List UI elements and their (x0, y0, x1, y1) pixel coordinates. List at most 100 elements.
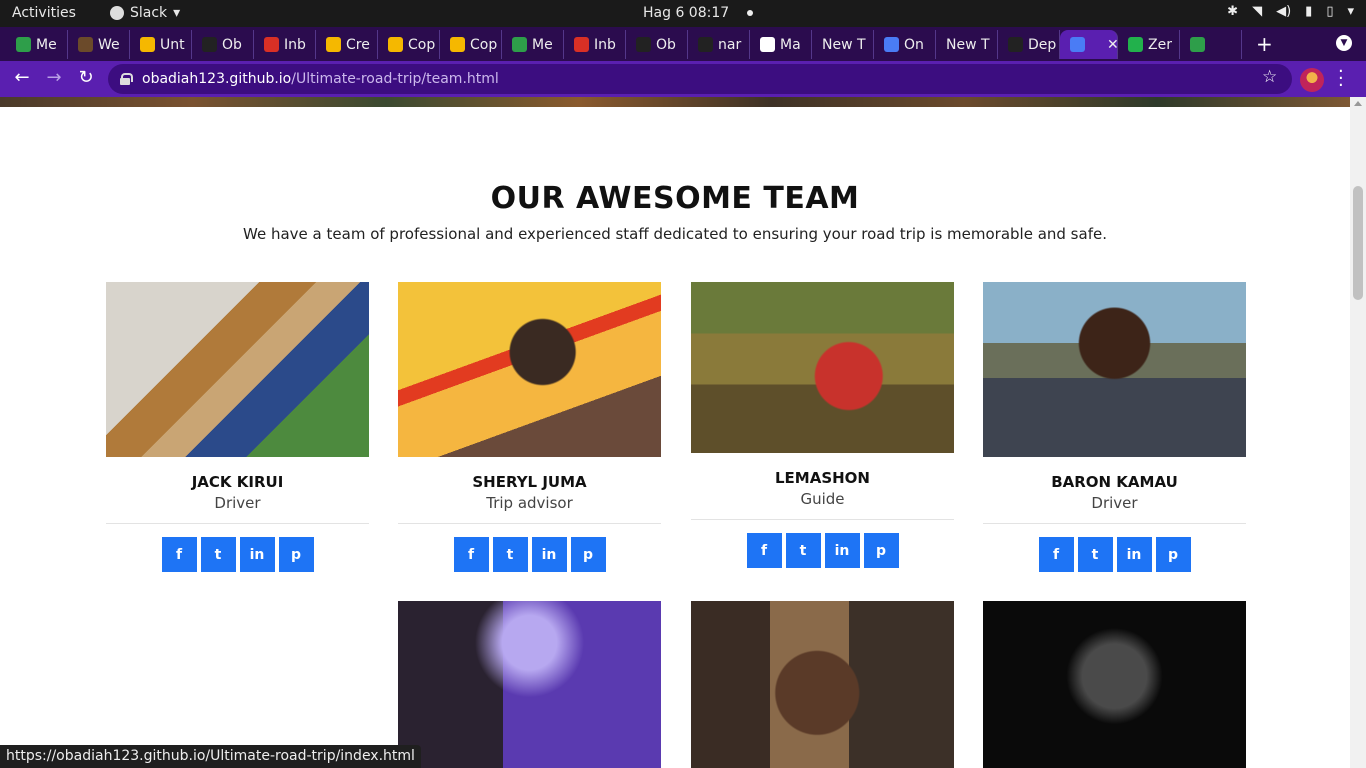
browser-tab[interactable]: Unt (130, 30, 192, 59)
lock-icon[interactable] (120, 73, 133, 85)
notification-dot-icon (747, 10, 754, 16)
tab-label: Cop (470, 36, 498, 53)
slack-icon (110, 6, 124, 20)
reload-icon[interactable]: ↻ (74, 67, 98, 88)
team-card: SHERYL JUMA Trip advisor f t in p (398, 282, 661, 572)
wifi-icon: ◥ (1252, 4, 1263, 19)
tab-label: Cop (408, 36, 436, 53)
volume-icon: ◀) (1276, 4, 1292, 19)
team-member-role: Driver (1091, 494, 1138, 512)
browser-tab[interactable]: On (874, 30, 936, 59)
hero-image-bottom-edge (0, 97, 1350, 107)
tab-favicon-icon (1070, 37, 1085, 52)
scroll-up-arrow-icon[interactable] (1354, 101, 1362, 106)
facebook-icon[interactable]: f (1038, 537, 1074, 572)
pinterest-icon[interactable]: p (1155, 537, 1191, 572)
team-member-role: Trip advisor (486, 494, 573, 512)
linkedin-icon[interactable]: in (824, 533, 860, 568)
page-subtitle: We have a team of professional and exper… (243, 225, 1107, 243)
facebook-icon[interactable]: f (161, 537, 197, 572)
activities-button[interactable]: Activities (12, 5, 76, 21)
twitter-icon[interactable]: t (1077, 537, 1113, 572)
tab-favicon-icon (140, 37, 155, 52)
close-tab-icon[interactable]: ✕ (1107, 37, 1117, 53)
tab-label: New T (822, 36, 866, 53)
clock-label: Hag 6 08:17 (643, 5, 730, 21)
browser-tab[interactable]: New T (936, 30, 998, 59)
twitter-icon[interactable]: t (492, 537, 528, 572)
browser-tab[interactable]: Ob (626, 30, 688, 59)
tab-favicon-icon (512, 37, 527, 52)
tab-label: Inb (284, 36, 306, 53)
browser-tab[interactable]: Me (6, 30, 68, 59)
facebook-icon[interactable]: f (453, 537, 489, 572)
social-links: f t in p (983, 537, 1246, 572)
twitter-icon[interactable]: t (200, 537, 236, 572)
linkedin-icon[interactable]: in (531, 537, 567, 572)
tab-label: Me (36, 36, 57, 53)
app-menu[interactable]: Slack ▾ (110, 5, 180, 21)
team-card: LEMASHON Guide f t in p (691, 282, 954, 568)
linkedin-icon[interactable]: in (1116, 537, 1152, 572)
forward-arrow-icon[interactable]: → (42, 67, 66, 88)
browser-tab[interactable]: Me (502, 30, 564, 59)
page-scrollbar[interactable] (1350, 97, 1366, 768)
tab-favicon-icon (326, 37, 341, 52)
social-links: f t in p (398, 537, 661, 572)
team-member-photo (398, 601, 661, 768)
browser-tab[interactable]: Inb (564, 30, 626, 59)
tab-label: On (904, 36, 924, 53)
tab-favicon-icon (760, 37, 775, 52)
twitter-icon[interactable]: t (785, 533, 821, 568)
clock[interactable]: Hag 6 08:17 (643, 5, 754, 21)
browser-tab[interactable]: We (68, 30, 130, 59)
address-bar[interactable]: obadiah123.github.io/Ultimate-road-trip/… (108, 64, 1292, 94)
divider (691, 519, 954, 520)
menu-kebab-icon[interactable]: · · · (1338, 63, 1344, 95)
profile-avatar[interactable] (1300, 68, 1324, 92)
browser-tab[interactable]: Cop (378, 30, 440, 59)
browser-tab[interactable]: Ma (750, 30, 812, 59)
team-card (983, 601, 1246, 768)
tab-favicon-icon (698, 37, 713, 52)
linkedin-icon[interactable]: in (239, 537, 275, 572)
browser-tab[interactable]: Inb (254, 30, 316, 59)
back-arrow-icon[interactable]: ← (10, 67, 34, 88)
tab-label: Ob (656, 36, 676, 53)
tab-favicon-icon (1190, 37, 1205, 52)
browser-tab[interactable]: ✕ (1060, 30, 1118, 59)
team-member-name: SHERYL JUMA (472, 473, 587, 491)
pinterest-icon[interactable]: p (863, 533, 899, 568)
browser-tab[interactable]: Cop (440, 30, 502, 59)
bookmark-star-icon[interactable]: ☆ (1262, 67, 1277, 87)
browser-tab[interactable]: nar (688, 30, 750, 59)
tab-label: We (98, 36, 120, 53)
tab-favicon-icon (388, 37, 403, 52)
team-member-photo (691, 601, 954, 768)
pinterest-icon[interactable]: p (278, 537, 314, 572)
tab-label: Me (532, 36, 553, 53)
chevron-down-icon: ▾ (173, 5, 181, 21)
browser-tab[interactable]: Ob (192, 30, 254, 59)
divider (398, 523, 661, 524)
browser-tab[interactable]: New T (812, 30, 874, 59)
facebook-icon[interactable]: f (746, 533, 782, 568)
browser-tab[interactable] (1180, 30, 1242, 59)
browser-tab[interactable]: Zer (1118, 30, 1180, 59)
team-member-photo (983, 282, 1246, 457)
tab-favicon-icon (264, 37, 279, 52)
browser-tab[interactable]: Dep (998, 30, 1060, 59)
team-member-name: BARON KAMAU (1051, 473, 1178, 491)
system-tray[interactable]: ✱ ◥ ◀) ▮ ▯ ▾ (1227, 4, 1354, 19)
url-host: obadiah123.github.io (142, 71, 292, 87)
tab-search-icon[interactable]: ▼ (1336, 35, 1352, 51)
tab-label: Ob (222, 36, 242, 53)
pinterest-icon[interactable]: p (570, 537, 606, 572)
tab-label: Ma (780, 36, 801, 53)
team-card (398, 601, 661, 768)
new-tab-button[interactable]: + (1256, 32, 1273, 56)
tab-label: Unt (160, 36, 185, 53)
team-member-name: LEMASHON (774, 469, 870, 487)
browser-tab[interactable]: Cre (316, 30, 378, 59)
scrollbar-thumb[interactable] (1353, 186, 1363, 300)
